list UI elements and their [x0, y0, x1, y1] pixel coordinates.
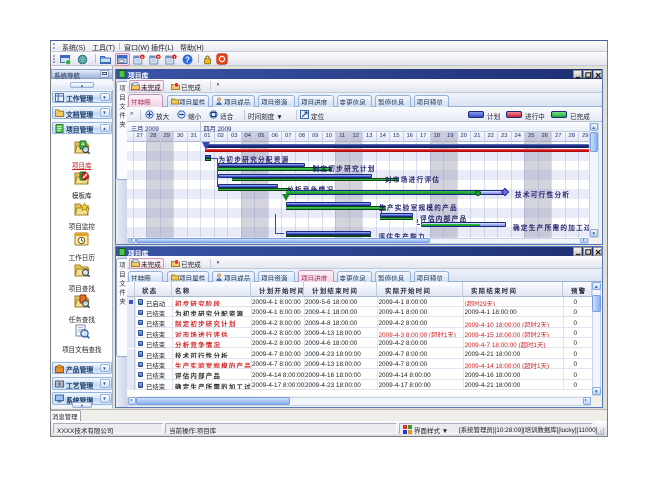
svg-text:?: ?: [156, 54, 159, 60]
svg-text:?: ?: [185, 55, 190, 64]
svg-text:×: ×: [140, 54, 143, 60]
